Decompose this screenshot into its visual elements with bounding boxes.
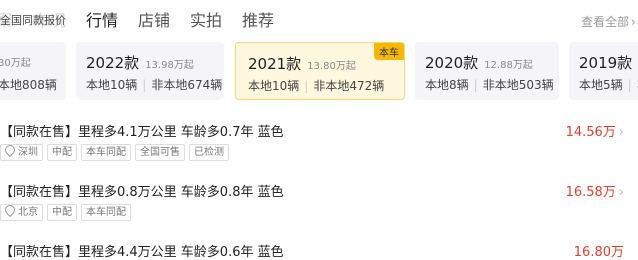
listing-item[interactable]: 【同款在售】里程多0.8万公里 车龄多0.8年 蓝色 16.58万 › 北京 中配本… (0, 181, 638, 241)
card-nonlocal: 非本地472辆 (313, 79, 385, 93)
card-local: 本地5辆 (579, 78, 623, 92)
tab-store[interactable]: 店铺 (138, 7, 170, 31)
tab-photos[interactable]: 实拍 (190, 7, 222, 31)
listing-price: 14.56万 › (565, 125, 624, 140)
year-card[interactable]: 2019款 本地5辆|非本 (569, 42, 638, 100)
card-year: 2019款 (579, 54, 633, 72)
location-pin-icon (2, 202, 18, 218)
listing-title: 【同款在售】里程多0.8万公里 车龄多0.8年 蓝色 (0, 185, 284, 200)
card-price: 13.80万起 (307, 61, 356, 72)
current-car-badge: 本车 (374, 43, 404, 60)
year-card-current[interactable]: 2021款 13.80万起 本地10辆 | 非本地472辆 本车 (235, 42, 405, 100)
tag: 已检测 (189, 144, 229, 161)
listing-price-partial: 16.80万 (573, 245, 624, 260)
year-card[interactable]: 30万起 本地808辆 (0, 42, 66, 100)
card-nonlocal: 非本地503辆 (482, 78, 554, 92)
chevron-right-icon: › (631, 15, 636, 29)
listing-tags: 北京 中配 本车同配 (0, 202, 135, 221)
tag: 中配 (47, 204, 77, 221)
city-tag: 深圳 (0, 142, 43, 161)
see-all-label: 查看全部 (581, 15, 630, 29)
tag: 本车同配 (81, 204, 131, 221)
tag: 本车同配 (81, 144, 131, 161)
tab-market[interactable]: 行情 (86, 7, 118, 31)
tag: 全国可售 (135, 144, 185, 161)
card-price: 12.88万起 (484, 60, 533, 71)
tab-recommend[interactable]: 推荐 (242, 7, 274, 31)
listing-price: 16.58万 › (565, 185, 624, 200)
tag: 中配 (47, 144, 77, 161)
year-cards: 30万起 本地808辆 2022款 13.98万起 本地10辆 | 非本地674辆 2… (0, 42, 638, 102)
chevron-right-icon: › (618, 125, 624, 140)
listing-title-partial[interactable]: 【同款在售】里程多4.4万公里 车龄多0.6年 蓝色 (0, 241, 284, 260)
city-tag: 北京 (0, 202, 43, 221)
chevron-right-icon: › (618, 185, 624, 200)
listing-tags: 深圳 中配 本车同配 全国可售 已检测 (0, 142, 233, 161)
year-card[interactable]: 2022款 13.98万起 本地10辆 | 非本地674辆 (76, 42, 224, 100)
card-local: 本地10辆 (248, 79, 300, 93)
section-title: 全国同款报价 (0, 12, 66, 28)
card-local: 本地8辆 (425, 78, 469, 92)
listing-item[interactable]: 【同款在售】里程多4.1万公里 车龄多0.7年 蓝色 14.56万 › 深圳 中配本… (0, 121, 638, 181)
year-card[interactable]: 2020款 12.88万起 本地8辆 | 非本地503辆 (415, 42, 559, 100)
card-year: 2021款 (248, 55, 302, 73)
card-price: 30万起 (0, 58, 31, 69)
card-local: 本地808辆 (0, 78, 57, 92)
section-tabs: 案 车况 行情 店铺 实拍 推荐 全国同款报价 查看全部› (0, 0, 638, 38)
card-year: 2022款 (86, 54, 140, 72)
see-all-link[interactable]: 查看全部 › (581, 13, 636, 30)
listing-title: 【同款在售】里程多4.1万公里 车龄多0.7年 蓝色 (0, 125, 284, 140)
card-nonlocal: 非本地674辆 (151, 78, 223, 92)
location-pin-icon (2, 142, 18, 158)
card-price: 13.98万起 (145, 60, 194, 71)
card-local: 本地10辆 (86, 78, 138, 92)
card-year: 2020款 (425, 54, 479, 72)
